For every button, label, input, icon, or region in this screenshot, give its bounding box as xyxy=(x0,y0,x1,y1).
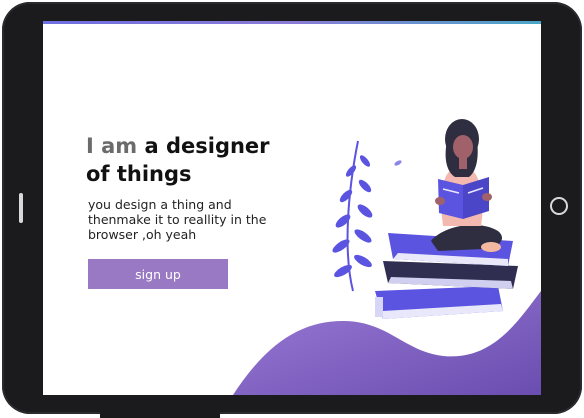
plant-illustration xyxy=(332,140,373,292)
hero-title-line2: of things xyxy=(86,162,192,186)
tablet-home-button xyxy=(550,197,568,215)
hero-description: you design a thing and thenmake it to re… xyxy=(88,197,267,242)
bottom-edge xyxy=(100,412,220,418)
hero-title-accent: I am xyxy=(86,134,138,158)
tablet-side-button xyxy=(19,193,23,223)
reading-woman-illustration xyxy=(332,119,518,319)
tablet-screen: I am a designer of things you design a th… xyxy=(43,21,541,395)
hero-title: I am a designer of things xyxy=(86,132,326,188)
hero-title-rest: a designer xyxy=(137,134,270,158)
sign-up-button[interactable]: sign up xyxy=(88,259,228,289)
woman-illustration xyxy=(431,119,503,252)
